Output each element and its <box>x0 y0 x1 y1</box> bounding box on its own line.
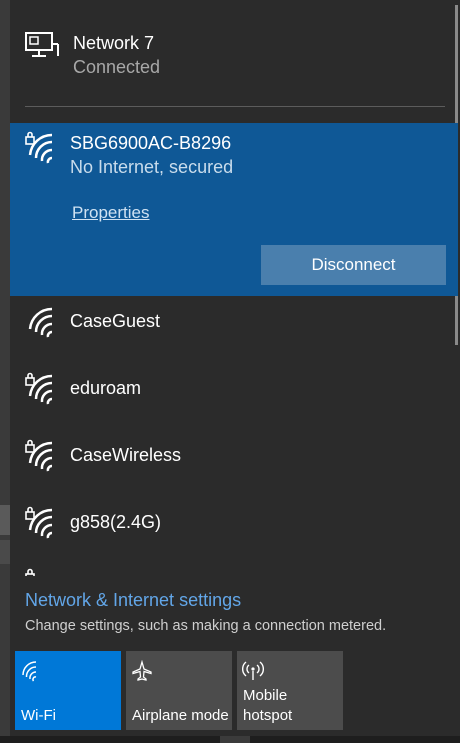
network-settings-description: Change settings, such as making a connec… <box>25 618 387 634</box>
wifi-secured-icon <box>25 506 53 539</box>
desktop-window-edge <box>0 505 10 535</box>
desktop-background <box>0 0 10 743</box>
connected-network[interactable]: Network 7 Connected <box>24 30 444 90</box>
wifi-secured-icon <box>25 568 35 576</box>
network-list-item[interactable]: CaseGuest <box>10 305 458 355</box>
taskbar <box>0 736 460 743</box>
tile-label: Wi-Fi <box>21 707 56 724</box>
network-ssid: CaseGuest <box>70 311 161 331</box>
wifi-toggle-tile[interactable]: Wi-Fi <box>15 651 121 730</box>
network-ssid: g858(2.4G) <box>70 512 162 532</box>
ethernet-monitor-icon <box>25 32 59 57</box>
network-ssid: eduroam <box>70 378 142 398</box>
wifi-secured-icon <box>25 439 53 472</box>
properties-link[interactable]: Properties <box>72 203 149 223</box>
airplane-icon <box>132 660 152 681</box>
wifi-icon <box>22 661 37 682</box>
hotspot-icon <box>242 661 264 680</box>
taskbar-segment <box>220 736 250 743</box>
wifi-open-icon <box>28 307 53 338</box>
mobile-hotspot-tile[interactable]: Mobile hotspot <box>237 651 343 730</box>
network-list-item[interactable]: g858(2.4G) <box>10 506 458 556</box>
network-ssid: SBG6900AC-B8296 <box>70 133 232 153</box>
wifi-secured-icon <box>25 131 53 164</box>
tile-label: Mobile hotspot <box>243 687 293 724</box>
network-status: No Internet, secured <box>70 157 234 177</box>
wifi-secured-icon <box>25 372 53 405</box>
disconnect-button[interactable]: Disconnect <box>261 245 446 285</box>
network-list-item-partial[interactable] <box>10 568 458 576</box>
selected-network[interactable]: SBG6900AC-B8296 No Internet, secured Pro… <box>10 123 458 296</box>
network-flyout: Network 7 Connected SBG6900AC-B8296 No I… <box>10 0 458 743</box>
network-status: Connected <box>73 57 161 77</box>
network-list-item[interactable]: eduroam <box>10 372 458 422</box>
divider <box>25 106 445 107</box>
network-settings-link[interactable]: Network & Internet settings <box>25 590 241 611</box>
airplane-mode-tile[interactable]: Airplane mode <box>126 651 232 730</box>
network-name: Network 7 <box>73 33 155 53</box>
network-list-item[interactable]: CaseWireless <box>10 439 458 489</box>
tile-label: Airplane mode <box>132 707 229 724</box>
desktop-window-edge <box>0 540 10 564</box>
network-ssid: CaseWireless <box>70 445 182 465</box>
